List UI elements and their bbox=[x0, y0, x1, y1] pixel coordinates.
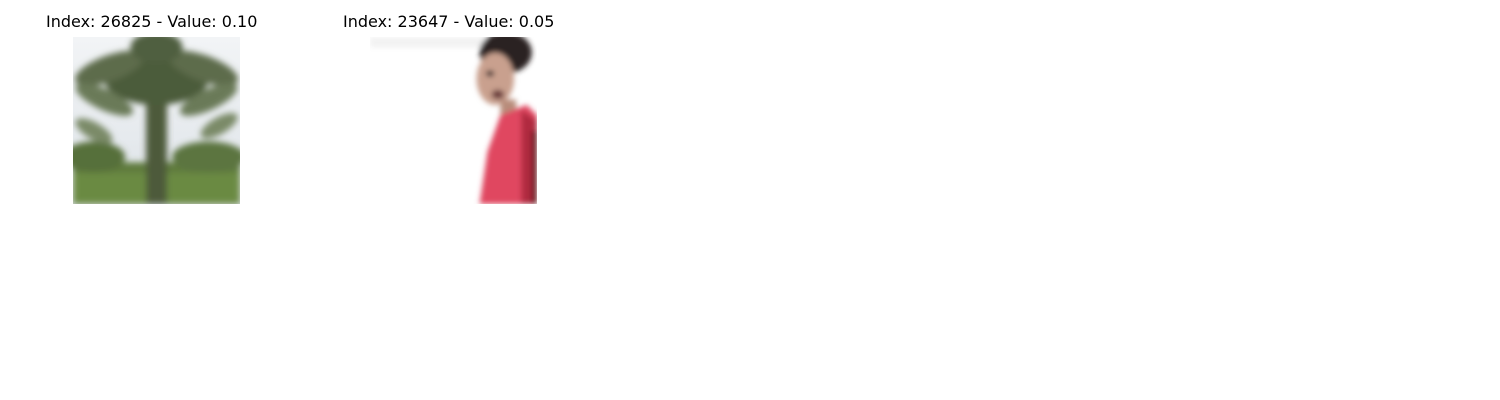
person-image bbox=[370, 37, 537, 204]
panel-title: Index: 26825 - Value: 0.10 bbox=[46, 12, 258, 31]
image-panel: Index: 26825 - Value: 0.10 bbox=[46, 0, 266, 210]
palm-tree-image bbox=[73, 37, 240, 204]
panel-title: Index: 23647 - Value: 0.05 bbox=[343, 12, 555, 31]
palm-tree-thumbnail bbox=[73, 37, 240, 204]
image-panel: Index: 23647 - Value: 0.05 bbox=[343, 0, 563, 210]
person-thumbnail bbox=[370, 37, 537, 204]
